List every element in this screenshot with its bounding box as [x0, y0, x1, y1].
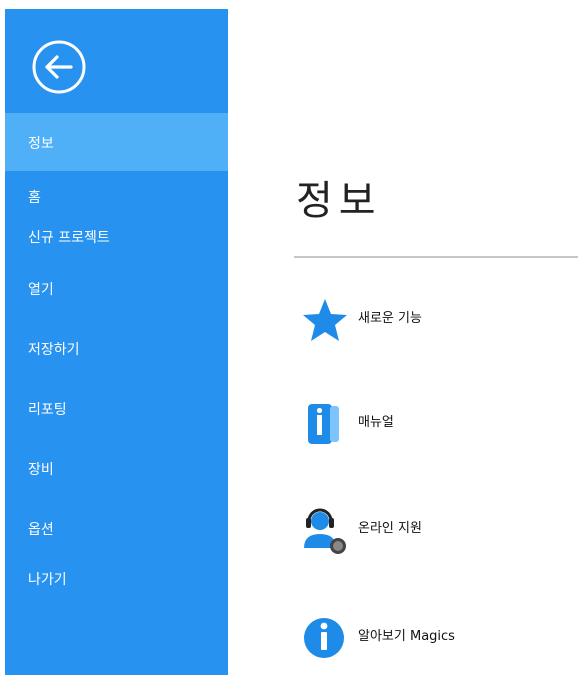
backstage-window: 정보 홈 신규 프로젝트 열기 저장하기 리포팅 장비 옵션 나가기 정보 새로… [0, 0, 578, 675]
main-panel: 정보 새로운 기능 매뉴얼 온라인 지원 알아보기 Magics [228, 0, 578, 675]
sidebar-item-options[interactable]: 옵션 [5, 517, 228, 547]
about-magics-label: 알아보기 Magics [358, 629, 455, 644]
online-support-label: 온라인 지원 [358, 521, 422, 536]
title-divider [294, 256, 578, 258]
sidebar-item-open[interactable]: 열기 [5, 277, 228, 307]
sidebar-item-save[interactable]: 저장하기 [5, 337, 228, 367]
manual-label: 매뉴얼 [358, 415, 394, 430]
star-icon [300, 296, 350, 344]
sidebar-item-label: 신규 프로젝트 [28, 230, 110, 246]
info-icon [300, 614, 350, 662]
sidebar-item-exit[interactable]: 나가기 [5, 567, 228, 597]
sidebar-item-label: 저장하기 [28, 342, 80, 358]
sidebar-item-label: 홈 [28, 190, 41, 206]
sidebar-item-label: 리포팅 [28, 402, 67, 418]
online-support-link[interactable]: 온라인 지원 [300, 506, 570, 554]
sidebar-item-label: 열기 [28, 282, 54, 298]
manual-book-icon [300, 400, 350, 448]
sidebar-item-equipment[interactable]: 장비 [5, 457, 228, 487]
sidebar-item-new-project[interactable]: 신규 프로젝트 [5, 223, 228, 253]
support-headset-icon [300, 506, 350, 554]
manual-link[interactable]: 매뉴얼 [300, 400, 570, 448]
whats-new-label: 새로운 기능 [358, 311, 422, 326]
sidebar-item-label: 정보 [28, 136, 54, 152]
sidebar-item-label: 옵션 [28, 522, 54, 538]
whats-new-link[interactable]: 새로운 기능 [300, 296, 570, 344]
about-magics-link[interactable]: 알아보기 Magics [300, 614, 570, 662]
sidebar: 정보 홈 신규 프로젝트 열기 저장하기 리포팅 장비 옵션 나가기 [5, 9, 228, 675]
sidebar-item-info[interactable]: 정보 [5, 113, 228, 171]
sidebar-item-label: 장비 [28, 462, 54, 478]
back-arrow-icon [32, 40, 86, 94]
sidebar-item-label: 나가기 [28, 572, 67, 588]
sidebar-item-reporting[interactable]: 리포팅 [5, 397, 228, 427]
back-button[interactable] [29, 37, 89, 97]
page-title: 정보 [296, 178, 382, 224]
sidebar-item-home[interactable]: 홈 [5, 181, 228, 211]
